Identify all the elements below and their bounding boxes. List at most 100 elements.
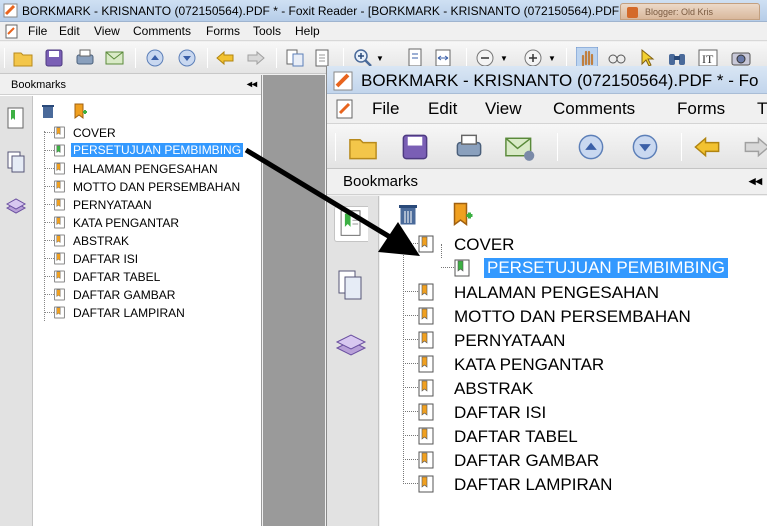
menu-tools[interactable]: Tools <box>253 24 281 38</box>
bookmark-orange-icon <box>418 307 434 325</box>
foxit-app-icon <box>333 71 353 91</box>
back-arrow-icon[interactable] <box>214 47 236 69</box>
menu-file[interactable]: File <box>372 99 399 119</box>
tree-connector <box>44 294 54 295</box>
toolbar <box>327 123 767 169</box>
title-bar: BORKMARK - KRISNANTO (072150564).PDF * -… <box>327 66 767 94</box>
bookmark-orange-icon <box>418 235 434 253</box>
page-up-icon[interactable] <box>575 131 607 163</box>
pages-tab-icon[interactable] <box>334 268 368 304</box>
blogger-icon <box>627 7 638 18</box>
pages-tab-icon[interactable] <box>5 150 27 176</box>
bookmark-label: ABSTRAK <box>73 234 130 248</box>
extract-pages-icon[interactable] <box>284 47 306 69</box>
tree-connector <box>403 363 418 364</box>
menu-edit[interactable]: Edit <box>59 24 80 38</box>
menu-forms[interactable]: Forms <box>677 99 725 119</box>
bookmark-label: ABSTRAK <box>454 379 534 398</box>
bookmark-label: COVER <box>454 235 515 254</box>
email-icon[interactable] <box>503 131 535 163</box>
svg-text:IT: IT <box>702 52 714 66</box>
tree-connector <box>403 242 404 482</box>
title-bar: BORKMARK - KRISNANTO (072150564).PDF * -… <box>0 0 767 22</box>
bookmark-orange-icon <box>54 270 65 283</box>
menu-comments[interactable]: Comments <box>133 24 191 38</box>
menu-edit[interactable]: Edit <box>428 99 457 119</box>
bookmark-orange-icon <box>54 306 65 319</box>
bookmarks-tab-icon[interactable] <box>334 206 368 242</box>
page-down-icon[interactable] <box>176 47 198 69</box>
bookmark-orange-icon <box>54 180 65 193</box>
bookmarks-panel: Bookmarks ◂◂ COVER PERSETUJUAN PEMBIMBING… <box>0 75 262 526</box>
save-icon[interactable] <box>399 131 431 163</box>
tree-connector <box>403 339 418 340</box>
save-icon[interactable] <box>43 47 65 69</box>
menu-forms[interactable]: Forms <box>206 24 240 38</box>
print-icon[interactable] <box>453 131 485 163</box>
window-title: BORKMARK - KRISNANTO (072150564).PDF * -… <box>361 71 759 90</box>
open-folder-icon[interactable] <box>12 47 34 69</box>
toolbar-separator <box>4 48 5 68</box>
trash-icon[interactable] <box>396 202 420 226</box>
forward-arrow-icon[interactable] <box>245 47 267 69</box>
collapse-panel-button[interactable]: ◂◂ <box>749 173 762 189</box>
menu-comments[interactable]: Comments <box>553 99 635 119</box>
toolbar-separator <box>335 133 336 161</box>
navigation-tabs <box>327 196 379 526</box>
layers-tab-icon[interactable] <box>334 328 368 364</box>
bookmark-label: DAFTAR GAMBAR <box>454 451 600 470</box>
bookmark-label: DAFTAR TABEL <box>73 270 161 284</box>
bookmark-orange-icon <box>54 234 65 247</box>
bookmark-label: PERSETUJUAN PEMBIMBING <box>484 258 729 278</box>
tree-connector <box>44 150 54 151</box>
bookmark-orange-icon <box>418 283 434 301</box>
chevron-down-icon[interactable]: ▼ <box>500 54 508 63</box>
toolbar-separator <box>466 48 467 68</box>
bookmark-green-icon <box>454 259 470 277</box>
collapse-panel-button[interactable]: ◂◂ <box>247 79 257 90</box>
bookmark-orange-icon <box>54 252 65 265</box>
tree-connector <box>403 387 418 388</box>
bookmark-orange-icon <box>54 162 65 175</box>
chevron-down-icon[interactable]: ▼ <box>376 54 384 63</box>
email-icon[interactable] <box>104 47 126 69</box>
page-down-icon[interactable] <box>629 131 661 163</box>
document-view[interactable] <box>263 75 325 526</box>
trash-icon[interactable] <box>40 103 56 119</box>
menu-file[interactable]: File <box>28 24 47 38</box>
tree-connector <box>441 267 454 268</box>
bookmark-label: DAFTAR ISI <box>454 403 547 422</box>
open-folder-icon[interactable] <box>347 131 379 163</box>
page-up-icon[interactable] <box>144 47 166 69</box>
layers-tab-icon[interactable] <box>5 194 27 220</box>
tree-connector <box>44 240 54 241</box>
bookmarks-panel-header: Bookmarks ◂◂ <box>0 75 261 95</box>
bookmark-orange-icon <box>418 427 434 445</box>
toolbar-separator <box>557 133 558 161</box>
bookmark-label: DAFTAR LAMPIRAN <box>73 306 185 320</box>
bookmark-orange-icon <box>54 198 65 211</box>
tree-connector <box>441 244 442 258</box>
menu-view[interactable]: View <box>94 24 120 38</box>
menu-view[interactable]: View <box>485 99 522 119</box>
bookmark-orange-icon <box>418 475 434 493</box>
chevron-down-icon[interactable]: ▼ <box>548 54 556 63</box>
toolbar-separator <box>276 48 277 68</box>
print-icon[interactable] <box>74 47 96 69</box>
bookmark-orange-icon <box>54 288 65 301</box>
bookmark-label: HALAMAN PENGESAHAN <box>454 283 659 302</box>
menu-tools[interactable]: T <box>757 99 767 119</box>
browser-tab-label: Blogger: Old Kris <box>645 7 714 17</box>
bookmark-orange-icon <box>418 451 434 469</box>
toolbar-separator <box>207 48 208 68</box>
add-bookmark-icon[interactable] <box>72 103 88 119</box>
forward-arrow-icon[interactable] <box>741 131 767 163</box>
browser-tab[interactable]: Blogger: Old Kris <box>620 3 760 20</box>
back-arrow-icon[interactable] <box>691 131 723 163</box>
bookmarks-tab-icon[interactable] <box>5 106 27 132</box>
tree-connector <box>44 131 45 321</box>
toolbar-separator <box>343 48 344 68</box>
menu-help[interactable]: Help <box>295 24 320 38</box>
tree-connector <box>44 258 54 259</box>
add-bookmark-icon[interactable] <box>450 202 474 226</box>
